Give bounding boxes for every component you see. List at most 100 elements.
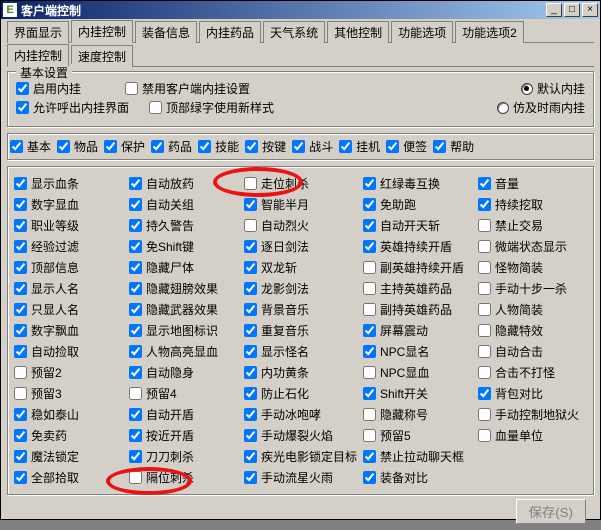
filter-帮助[interactable]: 帮助 [433, 138, 474, 155]
option-item[interactable]: 职业等级 [14, 217, 123, 234]
option-item[interactable]: 手动冰咆哮 [244, 406, 357, 423]
option-item[interactable]: 人物高亮显血 [129, 343, 238, 360]
main-tab[interactable]: 功能选项2 [455, 21, 524, 43]
option-item[interactable]: 数字显血 [14, 196, 123, 213]
option-item[interactable]: 自动隐身 [129, 364, 238, 381]
filter-保护[interactable]: 保护 [104, 138, 145, 155]
option-item[interactable]: Shift开关 [363, 385, 472, 402]
filter-基本[interactable]: 基本 [10, 138, 51, 155]
option-item[interactable]: 免Shift键 [129, 238, 238, 255]
save-button[interactable]: 保存(S) [516, 499, 586, 524]
filter-按键[interactable]: 按键 [245, 138, 286, 155]
radio-timely-rain[interactable]: 仿及时雨内挂 [497, 99, 585, 116]
sub-tab[interactable]: 内挂控制 [7, 44, 69, 67]
option-item[interactable]: NPC显名 [363, 343, 472, 360]
option-item[interactable]: 自动烈火 [244, 217, 357, 234]
option-item[interactable]: 英雄持续开盾 [363, 238, 472, 255]
option-item[interactable]: 隐藏尸体 [129, 259, 238, 276]
option-item[interactable]: 内功黄条 [244, 364, 357, 381]
option-item[interactable]: 逐日剑法 [244, 238, 357, 255]
option-item[interactable]: NPC显血 [363, 364, 472, 381]
option-item[interactable]: 红绿毒互换 [363, 175, 472, 192]
option-item[interactable]: 人物简装 [478, 301, 587, 318]
option-item[interactable]: 自动开盾 [129, 406, 238, 423]
option-item[interactable]: 刀刀刺杀 [129, 448, 238, 465]
option-item[interactable]: 血量单位 [478, 427, 587, 444]
radio-default[interactable]: 默认内挂 [521, 80, 585, 97]
option-item[interactable]: 手动流星火雨 [244, 469, 357, 486]
option-item[interactable]: 自动合击 [478, 343, 587, 360]
option-item[interactable]: 音量 [478, 175, 587, 192]
option-item[interactable]: 重复音乐 [244, 322, 357, 339]
option-item[interactable]: 免助跑 [363, 196, 472, 213]
option-item[interactable]: 经验过滤 [14, 238, 123, 255]
filter-药品[interactable]: 药品 [151, 138, 192, 155]
option-item[interactable]: 手动爆裂火焰 [244, 427, 357, 444]
option-item[interactable]: 显示怪名 [244, 343, 357, 360]
option-item[interactable]: 装备对比 [363, 469, 472, 486]
filter-技能[interactable]: 技能 [198, 138, 239, 155]
option-item[interactable]: 微端状态显示 [478, 238, 587, 255]
option-item[interactable]: 手动十步一杀 [478, 280, 587, 297]
option-item[interactable]: 显示人名 [14, 280, 123, 297]
option-item[interactable]: 只显人名 [14, 301, 123, 318]
option-item[interactable]: 数字飘血 [14, 322, 123, 339]
option-item[interactable]: 预留2 [14, 364, 123, 381]
close-button[interactable]: × [582, 3, 598, 17]
option-item[interactable]: 自动开天斩 [363, 217, 472, 234]
option-item[interactable]: 按近开盾 [129, 427, 238, 444]
option-item[interactable]: 手动控制地狱火 [478, 406, 587, 423]
option-item[interactable]: 稳如泰山 [14, 406, 123, 423]
filter-战斗[interactable]: 战斗 [292, 138, 333, 155]
option-item[interactable]: 预留5 [363, 427, 472, 444]
main-tab[interactable]: 其他控制 [327, 21, 389, 43]
main-tab[interactable]: 功能选项 [391, 21, 453, 43]
option-item[interactable]: 隐藏称号 [363, 406, 472, 423]
main-tab[interactable]: 内挂控制 [71, 20, 133, 43]
option-item[interactable]: 背景音乐 [244, 301, 357, 318]
option-item[interactable]: 副英雄持续开盾 [363, 259, 472, 276]
option-item[interactable]: 防止石化 [244, 385, 357, 402]
option-item[interactable]: 预留4 [129, 385, 238, 402]
option-item[interactable]: 龙影剑法 [244, 280, 357, 297]
option-item[interactable]: 主持英雄药品 [363, 280, 472, 297]
option-item[interactable]: 显示血条 [14, 175, 123, 192]
filter-便签[interactable]: 便签 [386, 138, 427, 155]
option-item[interactable]: 自动关组 [129, 196, 238, 213]
main-tab[interactable]: 界面显示 [7, 21, 69, 43]
option-item[interactable]: 隐藏特效 [478, 322, 587, 339]
option-item[interactable]: 自动捡取 [14, 343, 123, 360]
option-item[interactable]: 持久警告 [129, 217, 238, 234]
option-item[interactable]: 屏幕震动 [363, 322, 472, 339]
option-item[interactable]: 全部拾取 [14, 469, 123, 486]
chk-top-green-new-style[interactable]: 顶部绿字使用新样式 [149, 99, 274, 116]
main-tab[interactable]: 天气系统 [263, 21, 325, 43]
option-item[interactable]: 疾光电影锁定目标 [244, 448, 357, 465]
option-item[interactable]: 怪物简装 [478, 259, 587, 276]
main-tab[interactable]: 装备信息 [135, 21, 197, 43]
option-item[interactable]: 智能半月 [244, 196, 357, 213]
option-item[interactable]: 免卖药 [14, 427, 123, 444]
option-item[interactable]: 魔法锁定 [14, 448, 123, 465]
maximize-button[interactable]: □ [564, 3, 580, 17]
chk-enable-internal[interactable]: 启用内挂 [16, 80, 81, 97]
main-tab[interactable]: 内挂药品 [199, 21, 261, 43]
option-item[interactable]: 隐藏武器效果 [129, 301, 238, 318]
chk-allow-callout[interactable]: 允许呼出内挂界面 [16, 99, 129, 116]
option-item[interactable]: 持续挖取 [478, 196, 587, 213]
option-item[interactable]: 自动放药 [129, 175, 238, 192]
option-item[interactable]: 显示地图标识 [129, 322, 238, 339]
option-item[interactable]: 顶部信息 [14, 259, 123, 276]
filter-物品[interactable]: 物品 [57, 138, 98, 155]
option-item[interactable]: 双龙斩 [244, 259, 357, 276]
option-item[interactable]: 副持英雄药品 [363, 301, 472, 318]
option-item[interactable]: 禁止拉动聊天框 [363, 448, 472, 465]
sub-tab[interactable]: 速度控制 [71, 45, 133, 67]
option-item[interactable]: 合击不打怪 [478, 364, 587, 381]
option-item[interactable]: 走位刺杀 [244, 175, 357, 192]
filter-挂机[interactable]: 挂机 [339, 138, 380, 155]
option-item[interactable]: 预留3 [14, 385, 123, 402]
option-item[interactable]: 隐藏翅膀效果 [129, 280, 238, 297]
option-item[interactable]: 隔位刺杀 [129, 469, 238, 486]
option-item[interactable]: 背包对比 [478, 385, 587, 402]
